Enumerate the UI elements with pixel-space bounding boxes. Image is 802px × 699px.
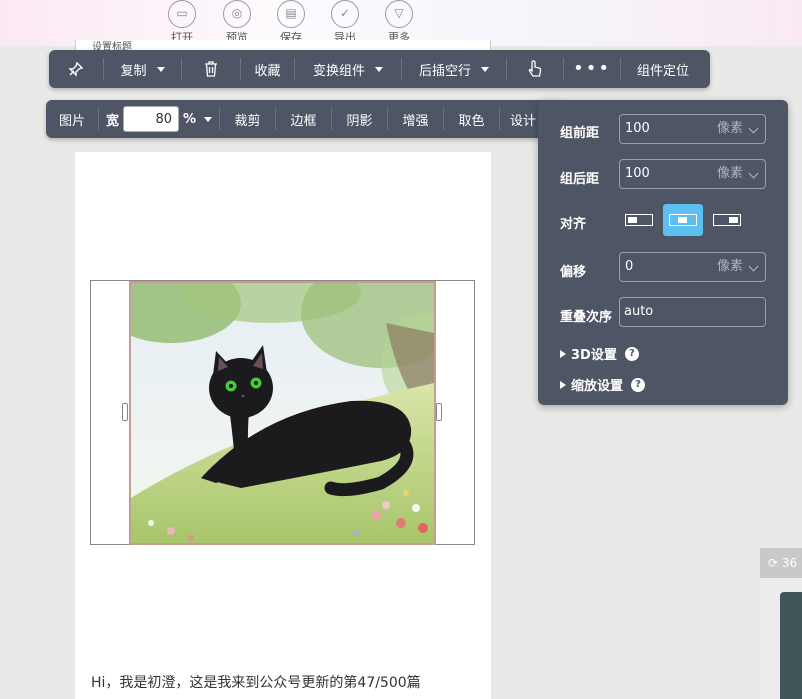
- align-label: 对齐: [560, 217, 587, 232]
- pick-color-label: 取色: [458, 113, 485, 129]
- caret-right-icon: [560, 349, 566, 358]
- spacing-before-label: 组前距: [560, 126, 600, 141]
- preview-icon: ◎: [223, 0, 251, 28]
- z-order-label: 重叠次序: [560, 310, 613, 325]
- favorite-label: 收藏: [254, 63, 281, 79]
- spacing-before-value: 100: [625, 121, 650, 136]
- offset-label: 偏移: [560, 265, 587, 280]
- offset-field[interactable]: 0 像素: [619, 252, 766, 282]
- transform-component-dropdown[interactable]: 变换组件: [295, 50, 401, 88]
- copy-dropdown[interactable]: 复制: [104, 50, 181, 88]
- pin-button[interactable]: [49, 50, 103, 88]
- spacing-after-field[interactable]: 100 像素: [619, 159, 766, 189]
- align-center-icon: [669, 214, 697, 226]
- chevron-down-icon[interactable]: [748, 168, 759, 179]
- spacing-settings-popover: 组前距 100 像素 组后距 100 像素 对齐 偏移 0 像素 重叠次序 au…: [538, 100, 788, 405]
- scale-settings-label: 缩放设置: [571, 379, 624, 394]
- align-left-button[interactable]: [619, 204, 659, 236]
- shadow-label: 阴影: [346, 113, 373, 129]
- locate-label: 组件定位: [636, 63, 689, 79]
- more-icon: ▽: [385, 0, 413, 28]
- hand-pointer-icon: [528, 60, 542, 77]
- help-icon[interactable]: ?: [624, 346, 639, 361]
- export-icon: ✓: [331, 0, 359, 28]
- offset-unit: 像素: [716, 259, 743, 274]
- z-order-value: auto: [624, 304, 654, 319]
- chevron-down-icon[interactable]: [748, 261, 759, 272]
- side-widget-header: ⟳ 36: [760, 548, 802, 578]
- align-right-button[interactable]: [707, 204, 747, 236]
- image-label: 图片: [58, 113, 85, 129]
- spacing-after-value: 100: [625, 166, 650, 181]
- crop-label: 裁剪: [234, 113, 261, 129]
- save-icon: ▤: [277, 0, 305, 28]
- offset-value: 0: [625, 259, 634, 274]
- align-right-icon: [713, 214, 741, 226]
- scale-settings-toggle[interactable]: 缩放设置 ?: [560, 375, 646, 394]
- crop-button[interactable]: 裁剪: [220, 100, 275, 138]
- chevron-down-icon[interactable]: [748, 123, 759, 134]
- width-control: 宽 %: [99, 100, 219, 138]
- shadow-button[interactable]: 阴影: [332, 100, 387, 138]
- enhance-button[interactable]: 增强: [388, 100, 443, 138]
- resize-handle-right[interactable]: [436, 403, 442, 421]
- cat-illustration-svg: [131, 283, 434, 543]
- spacing-after-label: 组后距: [560, 172, 600, 187]
- cat-illustration-image[interactable]: [129, 281, 436, 545]
- enhance-label: 增强: [402, 113, 429, 129]
- percent-unit: %: [182, 111, 197, 127]
- resize-handle-left[interactable]: [122, 403, 128, 421]
- width-label: 宽: [105, 113, 119, 129]
- 3d-settings-label: 3D设置: [571, 348, 617, 363]
- image-toolbar: 图片 宽 % 裁剪 边框 阴影 增强 取色 设计: [46, 100, 568, 138]
- more-options-button[interactable]: •••: [564, 50, 620, 88]
- image-type-label: 图片: [46, 100, 98, 138]
- border-button[interactable]: 边框: [276, 100, 331, 138]
- 3d-settings-toggle[interactable]: 3D设置 ?: [560, 344, 639, 363]
- chevron-down-icon: [156, 66, 165, 72]
- component-toolbar: 复制 收藏 变换组件 后插空行 ••• 组件定位: [49, 50, 710, 88]
- delete-button[interactable]: [182, 50, 240, 88]
- align-center-button[interactable]: [663, 204, 703, 236]
- z-order-input[interactable]: auto: [619, 297, 766, 327]
- width-input[interactable]: [122, 106, 179, 132]
- side-widget-panel: [780, 592, 802, 699]
- transform-label: 变换组件: [312, 63, 365, 79]
- help-icon[interactable]: ?: [631, 377, 646, 392]
- pointer-tool-button[interactable]: [507, 50, 563, 88]
- spacing-after-unit: 像素: [716, 166, 743, 181]
- design-label: 设计: [510, 113, 537, 129]
- border-label: 边框: [290, 113, 317, 129]
- side-widget-text: 36: [781, 556, 798, 570]
- spacing-before-unit: 像素: [716, 121, 743, 136]
- refresh-icon: ⟳: [768, 556, 779, 570]
- caret-right-icon: [560, 380, 566, 389]
- unit-dropdown-chevron[interactable]: [204, 116, 213, 122]
- insert-blank-line-dropdown[interactable]: 后插空行: [402, 50, 506, 88]
- folder-icon: ▭: [168, 0, 196, 28]
- align-left-icon: [625, 214, 653, 226]
- chevron-down-icon: [481, 66, 489, 72]
- more-dots-icon: •••: [573, 58, 611, 79]
- favorite-button[interactable]: 收藏: [241, 50, 294, 88]
- pick-color-button[interactable]: 取色: [444, 100, 499, 138]
- chevron-down-icon: [375, 66, 383, 72]
- trash-icon: [205, 61, 217, 77]
- article-body-text[interactable]: Hi，我是初澄，这是我来到公众号更新的第47/500篇: [91, 672, 421, 692]
- pin-icon: [68, 61, 84, 77]
- insert-after-label: 后插空行: [418, 63, 471, 79]
- side-widget[interactable]: ⟳ 36: [760, 548, 802, 699]
- spacing-before-field[interactable]: 100 像素: [619, 114, 766, 144]
- editor-header-stub: 设置标题: [75, 40, 491, 53]
- locate-component-button[interactable]: 组件定位: [621, 50, 705, 88]
- copy-label: 复制: [120, 63, 147, 79]
